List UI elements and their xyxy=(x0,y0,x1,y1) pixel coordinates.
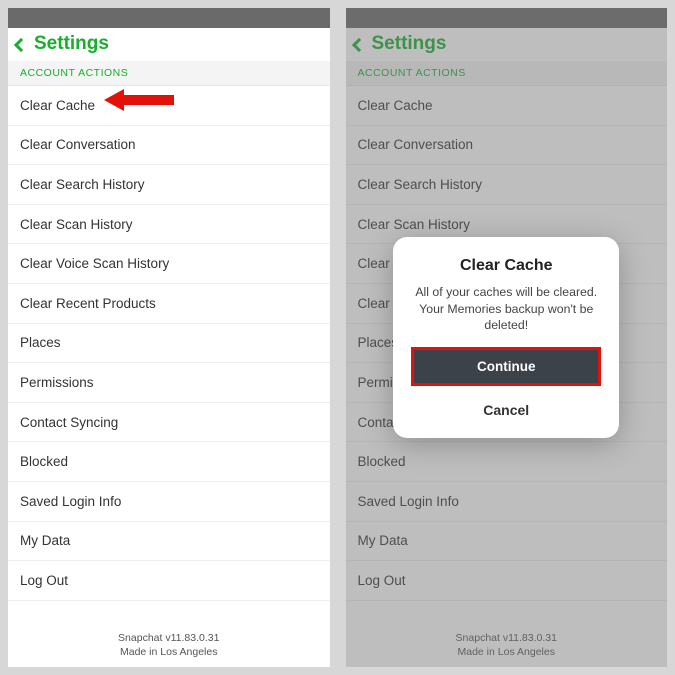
item-label: Clear Search History xyxy=(20,177,145,192)
settings-screen-left: Settings ACCOUNT ACTIONS Clear Cache Cle… xyxy=(8,8,330,667)
dialog-message: All of your caches will be cleared. Your… xyxy=(411,284,601,334)
section-header-account-actions: ACCOUNT ACTIONS xyxy=(8,61,330,86)
item-blocked[interactable]: Blocked xyxy=(8,442,330,482)
clear-cache-dialog: Clear Cache All of your caches will be c… xyxy=(393,237,619,438)
settings-list: Clear Cache Clear Conversation Clear Sea… xyxy=(8,86,330,601)
item-clear-scan-history[interactable]: Clear Scan History xyxy=(8,205,330,245)
item-label: My Data xyxy=(20,533,70,548)
cancel-button[interactable]: Cancel xyxy=(411,398,601,422)
item-clear-cache[interactable]: Clear Cache xyxy=(8,86,330,126)
item-saved-login-info[interactable]: Saved Login Info xyxy=(8,482,330,522)
item-clear-conversation[interactable]: Clear Conversation xyxy=(8,126,330,166)
dialog-title: Clear Cache xyxy=(411,257,601,275)
status-bar xyxy=(8,8,330,28)
item-log-out[interactable]: Log Out xyxy=(8,561,330,601)
highlight-box: Continue xyxy=(411,347,601,386)
item-label: Clear Conversation xyxy=(20,137,136,152)
annotation-arrow-icon xyxy=(104,89,174,111)
item-permissions[interactable]: Permissions xyxy=(8,363,330,403)
footer: Snapchat v11.83.0.31 Made in Los Angeles xyxy=(8,625,330,667)
item-clear-search-history[interactable]: Clear Search History xyxy=(8,165,330,205)
item-label: Clear Voice Scan History xyxy=(20,256,169,271)
item-label: Permissions xyxy=(20,375,94,390)
item-contact-syncing[interactable]: Contact Syncing xyxy=(8,403,330,443)
item-label: Clear Cache xyxy=(20,98,95,113)
item-label: Clear Scan History xyxy=(20,217,133,232)
item-label: Contact Syncing xyxy=(20,415,118,430)
footer-location: Made in Los Angeles xyxy=(8,645,330,659)
settings-screen-right: Settings ACCOUNT ACTIONS Clear Cache Cle… xyxy=(346,8,668,667)
footer-version: Snapchat v11.83.0.31 xyxy=(8,631,330,645)
item-clear-voice-scan-history[interactable]: Clear Voice Scan History xyxy=(8,244,330,284)
item-label: Blocked xyxy=(20,454,68,469)
item-places[interactable]: Places xyxy=(8,324,330,364)
item-clear-recent-products[interactable]: Clear Recent Products xyxy=(8,284,330,324)
item-label: Clear Recent Products xyxy=(20,296,156,311)
item-label: Saved Login Info xyxy=(20,494,121,509)
back-chevron-icon[interactable] xyxy=(14,37,28,51)
page-title: Settings xyxy=(34,33,109,55)
item-my-data[interactable]: My Data xyxy=(8,522,330,562)
title-bar: Settings xyxy=(8,28,330,61)
modal-backdrop[interactable]: Clear Cache All of your caches will be c… xyxy=(346,8,668,667)
item-label: Places xyxy=(20,335,61,350)
item-label: Log Out xyxy=(20,573,68,588)
continue-button[interactable]: Continue xyxy=(414,350,598,383)
